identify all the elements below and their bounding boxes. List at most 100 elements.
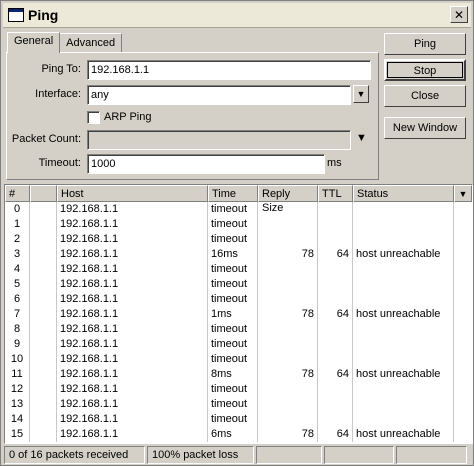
row-time: 8ms <box>208 367 258 382</box>
row-status <box>353 202 454 217</box>
row-host: 192.168.1.1 <box>57 397 208 412</box>
row-flag <box>30 427 57 442</box>
arp-ping-label: ARP Ping <box>104 111 152 123</box>
general-panel: Ping To: 192.168.1.1 Interface: any ▼ AR… <box>6 52 379 180</box>
row-host: 192.168.1.1 <box>57 367 208 382</box>
column-menu-button[interactable]: ▼ <box>454 185 472 202</box>
close-window-button[interactable]: ✕ <box>450 6 468 23</box>
row-status: host unreachable <box>353 427 454 442</box>
table-row[interactable]: 14 192.168.1.1 timeout <box>5 412 472 427</box>
row-reply-size: 78 <box>258 247 318 262</box>
tab-advanced[interactable]: Advanced <box>59 33 123 53</box>
row-time: timeout <box>208 292 258 307</box>
row-ttl <box>318 277 353 292</box>
table-row[interactable]: 8 192.168.1.1 timeout <box>5 322 472 337</box>
row-ttl <box>318 337 353 352</box>
row-reply-size <box>258 262 318 277</box>
row-flag <box>30 367 57 382</box>
row-number: 10 <box>5 352 30 367</box>
row-ttl: 64 <box>318 247 353 262</box>
row-ttl: 64 <box>318 427 353 442</box>
table-row[interactable]: 12 192.168.1.1 timeout <box>5 382 472 397</box>
packet-loss-status: 100% packet loss <box>147 446 254 464</box>
row-host: 192.168.1.1 <box>57 262 208 277</box>
row-time: timeout <box>208 382 258 397</box>
status-cell-empty-1 <box>256 446 322 464</box>
row-reply-size <box>258 217 318 232</box>
table-row[interactable]: 5 192.168.1.1 timeout <box>5 277 472 292</box>
row-host: 192.168.1.1 <box>57 337 208 352</box>
row-number: 14 <box>5 412 30 427</box>
table-row[interactable]: 6 192.168.1.1 timeout <box>5 292 472 307</box>
row-status <box>353 352 454 367</box>
row-reply-size: 78 <box>258 427 318 442</box>
new-window-button[interactable]: New Window <box>384 117 466 139</box>
table-body: 0 192.168.1.1 timeout 1 192.168.1.1 timeout 2 1… <box>5 202 472 442</box>
row-reply-size <box>258 397 318 412</box>
row-time: timeout <box>208 217 258 232</box>
ping-results-table: # Host Time Reply Size TTL Status ▼ 0 192… <box>4 184 473 444</box>
row-ttl <box>318 202 353 217</box>
stop-button[interactable]: Stop <box>384 59 466 81</box>
row-reply-size <box>258 322 318 337</box>
row-host: 192.168.1.1 <box>57 292 208 307</box>
table-row[interactable]: 3 192.168.1.1 16ms 78 64 host unreachable <box>5 247 472 262</box>
table-row[interactable]: 13 192.168.1.1 timeout <box>5 397 472 412</box>
row-flag <box>30 202 57 217</box>
row-ttl <box>318 412 353 427</box>
column-header-time[interactable]: Time <box>208 185 258 202</box>
table-row[interactable]: 7 192.168.1.1 1ms 78 64 host unreachable <box>5 307 472 322</box>
table-row[interactable]: 10 192.168.1.1 timeout <box>5 352 472 367</box>
column-header-flag[interactable] <box>30 185 57 202</box>
row-ttl <box>318 382 353 397</box>
row-status <box>353 277 454 292</box>
row-time: 1ms <box>208 307 258 322</box>
packet-count-dropdown-icon[interactable]: ▼ <box>356 132 367 144</box>
table-row[interactable]: 15 192.168.1.1 6ms 78 64 host unreachable <box>5 427 472 442</box>
row-number: 2 <box>5 232 30 247</box>
interface-label: Interface: <box>35 88 81 100</box>
timeout-input[interactable]: 1000 <box>87 154 325 174</box>
row-flag <box>30 397 57 412</box>
row-host: 192.168.1.1 <box>57 217 208 232</box>
row-ttl <box>318 217 353 232</box>
table-row[interactable]: 11 192.168.1.1 8ms 78 64 host unreachable <box>5 367 472 382</box>
arp-ping-checkbox[interactable] <box>87 111 100 124</box>
column-header-host[interactable]: Host <box>57 185 208 202</box>
row-host: 192.168.1.1 <box>57 277 208 292</box>
column-header-reply-size[interactable]: Reply Size <box>258 185 318 214</box>
row-number: 13 <box>5 397 30 412</box>
table-row[interactable]: 9 192.168.1.1 timeout <box>5 337 472 352</box>
table-row[interactable]: 2 192.168.1.1 timeout <box>5 232 472 247</box>
row-status <box>353 397 454 412</box>
ping-button[interactable]: Ping <box>384 33 466 55</box>
timeout-label: Timeout: <box>38 157 81 169</box>
row-time: timeout <box>208 202 258 217</box>
ping-to-label: Ping To: <box>41 63 81 75</box>
tab-general[interactable]: General <box>7 32 61 53</box>
close-button[interactable]: Close <box>384 85 466 107</box>
column-header-status[interactable]: Status <box>353 185 454 202</box>
row-time: timeout <box>208 397 258 412</box>
row-number: 8 <box>5 322 30 337</box>
column-header-number[interactable]: # <box>5 185 30 202</box>
tab-bar: General Advanced <box>7 32 123 53</box>
row-number: 9 <box>5 337 30 352</box>
interface-select[interactable]: any <box>87 85 351 105</box>
table-row[interactable]: 0 192.168.1.1 timeout <box>5 202 472 217</box>
table-row[interactable]: 4 192.168.1.1 timeout <box>5 262 472 277</box>
row-reply-size <box>258 337 318 352</box>
row-time: timeout <box>208 262 258 277</box>
timeout-unit: ms <box>327 157 342 169</box>
table-header: # Host Time Reply Size TTL Status ▼ <box>5 185 472 214</box>
row-number: 5 <box>5 277 30 292</box>
status-cell-empty-2 <box>324 446 394 464</box>
interface-dropdown-button[interactable]: ▼ <box>353 85 369 103</box>
row-ttl <box>318 322 353 337</box>
row-flag <box>30 337 57 352</box>
packet-count-input[interactable] <box>87 130 351 150</box>
title-bar[interactable]: Ping ✕ <box>3 3 471 28</box>
table-row[interactable]: 1 192.168.1.1 timeout <box>5 217 472 232</box>
ping-to-input[interactable]: 192.168.1.1 <box>87 60 371 80</box>
column-header-ttl[interactable]: TTL <box>318 185 353 202</box>
